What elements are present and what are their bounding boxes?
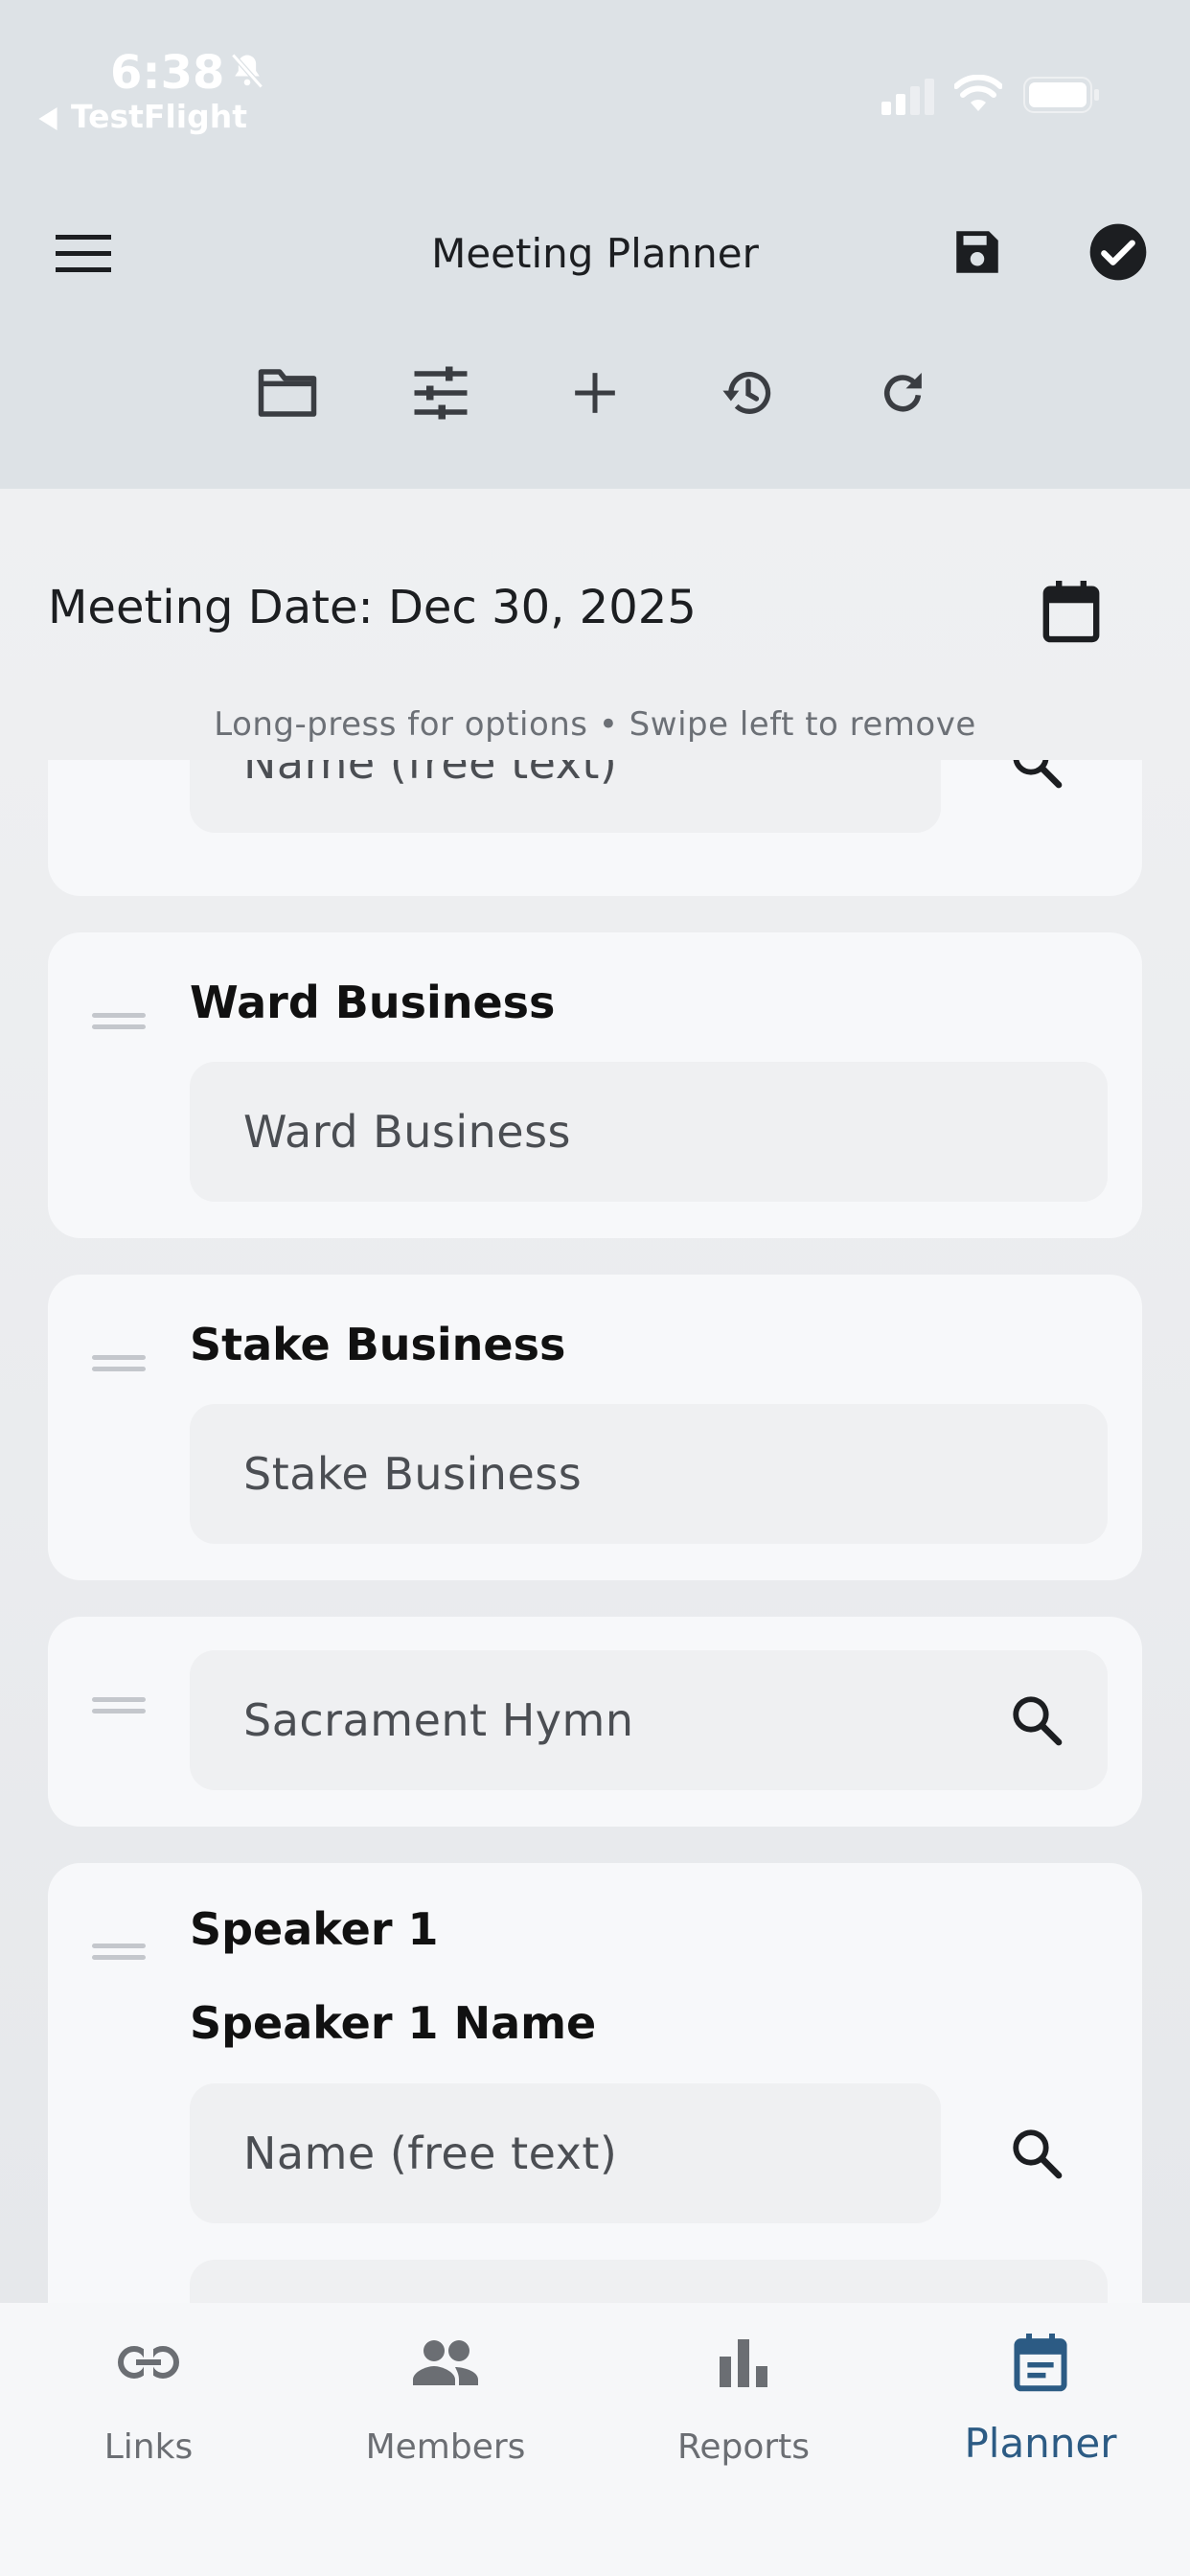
battery-icon bbox=[1023, 77, 1099, 113]
floppy-disk-icon bbox=[956, 231, 998, 273]
search-icon bbox=[1013, 760, 1063, 789]
agenda-card[interactable]: Stake Business Stake Business bbox=[48, 1275, 1142, 1580]
agenda-card[interactable]: Speaker 1 Speaker 1 Name Name (free text… bbox=[48, 1863, 1142, 2303]
drag-handle-icon[interactable] bbox=[92, 1940, 146, 1963]
tab-members[interactable]: Members bbox=[297, 2303, 594, 2495]
speaker-name-label: Speaker 1 Name bbox=[190, 1997, 597, 2049]
tab-label: Reports bbox=[676, 2427, 811, 2467]
open-folder-button[interactable] bbox=[249, 355, 326, 431]
status-time: 6:38 bbox=[110, 46, 225, 100]
back-app-label[interactable]: TestFlight bbox=[71, 98, 247, 135]
refresh-icon bbox=[884, 373, 922, 412]
save-button[interactable] bbox=[944, 218, 1011, 286]
adjust-settings-button[interactable] bbox=[402, 355, 479, 431]
ward-business-field[interactable]: Ward Business bbox=[190, 1062, 1108, 1202]
search-button[interactable] bbox=[998, 760, 1075, 801]
drag-handle-icon[interactable] bbox=[92, 1693, 146, 1716]
tab-label: Members bbox=[365, 2427, 526, 2467]
sliders-icon bbox=[414, 366, 468, 420]
check-circle-icon bbox=[1089, 223, 1147, 281]
refresh-button[interactable] bbox=[864, 355, 941, 431]
card-label: Speaker 1 bbox=[190, 1903, 439, 1955]
history-icon bbox=[722, 372, 771, 414]
tab-links[interactable]: Links bbox=[0, 2303, 297, 2495]
planner-content: Meeting Date: Dec 30, 2025 Long-press fo… bbox=[0, 489, 1190, 2303]
bottom-tab-bar: Links Members Reports Planner bbox=[0, 2303, 1190, 2576]
agenda-card[interactable]: Ward Business Ward Business bbox=[48, 932, 1142, 1238]
link-icon bbox=[110, 2324, 187, 2401]
add-item-button[interactable] bbox=[557, 355, 633, 431]
people-icon bbox=[407, 2324, 484, 2401]
sacrament-hymn-field[interactable]: Sacrament Hymn bbox=[190, 1650, 1108, 1790]
done-button[interactable] bbox=[1085, 218, 1152, 286]
history-button[interactable] bbox=[710, 355, 787, 431]
pick-date-button[interactable] bbox=[1033, 573, 1110, 650]
drag-handle-icon[interactable] bbox=[92, 1351, 146, 1374]
name-field[interactable]: Name (free text) bbox=[190, 760, 941, 833]
cell-signal-icon bbox=[881, 79, 934, 115]
search-button[interactable] bbox=[998, 1682, 1075, 1759]
stake-business-field[interactable]: Stake Business bbox=[190, 1404, 1108, 1544]
search-icon bbox=[1013, 2129, 1063, 2179]
tab-planner[interactable]: Planner bbox=[892, 2303, 1189, 2495]
search-button[interactable] bbox=[998, 2115, 1075, 2192]
bar-chart-icon bbox=[705, 2324, 782, 2401]
calendar-icon bbox=[1042, 581, 1100, 643]
drag-handle-icon[interactable] bbox=[92, 1009, 146, 1032]
tab-label: Links bbox=[103, 2427, 194, 2467]
status-bar: 6:38 TestFlight bbox=[0, 0, 1190, 163]
calendar-note-icon bbox=[1002, 2324, 1079, 2401]
speaker-topic-field[interactable] bbox=[190, 2260, 1108, 2303]
folder-icon bbox=[258, 369, 317, 417]
silent-bell-icon bbox=[231, 53, 263, 89]
card-label: Stake Business bbox=[190, 1319, 566, 1370]
wifi-icon bbox=[954, 75, 1002, 111]
tab-reports[interactable]: Reports bbox=[595, 2303, 892, 2495]
list-hint: Long-press for options • Swipe left to r… bbox=[214, 705, 976, 744]
search-icon bbox=[1013, 1696, 1063, 1746]
card-label: Ward Business bbox=[190, 977, 556, 1028]
agenda-card[interactable]: Sacrament Hymn bbox=[48, 1617, 1142, 1827]
meeting-date[interactable]: Meeting Date: Dec 30, 2025 bbox=[48, 581, 697, 634]
tab-label: Planner bbox=[964, 2420, 1117, 2467]
agenda-list[interactable]: Name (free text) Ward Business Ward Busi… bbox=[0, 760, 1190, 2303]
agenda-card[interactable]: Name (free text) bbox=[48, 760, 1142, 896]
app-header: Meeting Planner bbox=[0, 163, 1190, 489]
page-title: Meeting Planner bbox=[431, 230, 759, 277]
plus-icon bbox=[575, 373, 615, 413]
back-arrow-icon[interactable] bbox=[36, 107, 59, 130]
speaker-name-field[interactable]: Name (free text) bbox=[190, 2083, 941, 2223]
